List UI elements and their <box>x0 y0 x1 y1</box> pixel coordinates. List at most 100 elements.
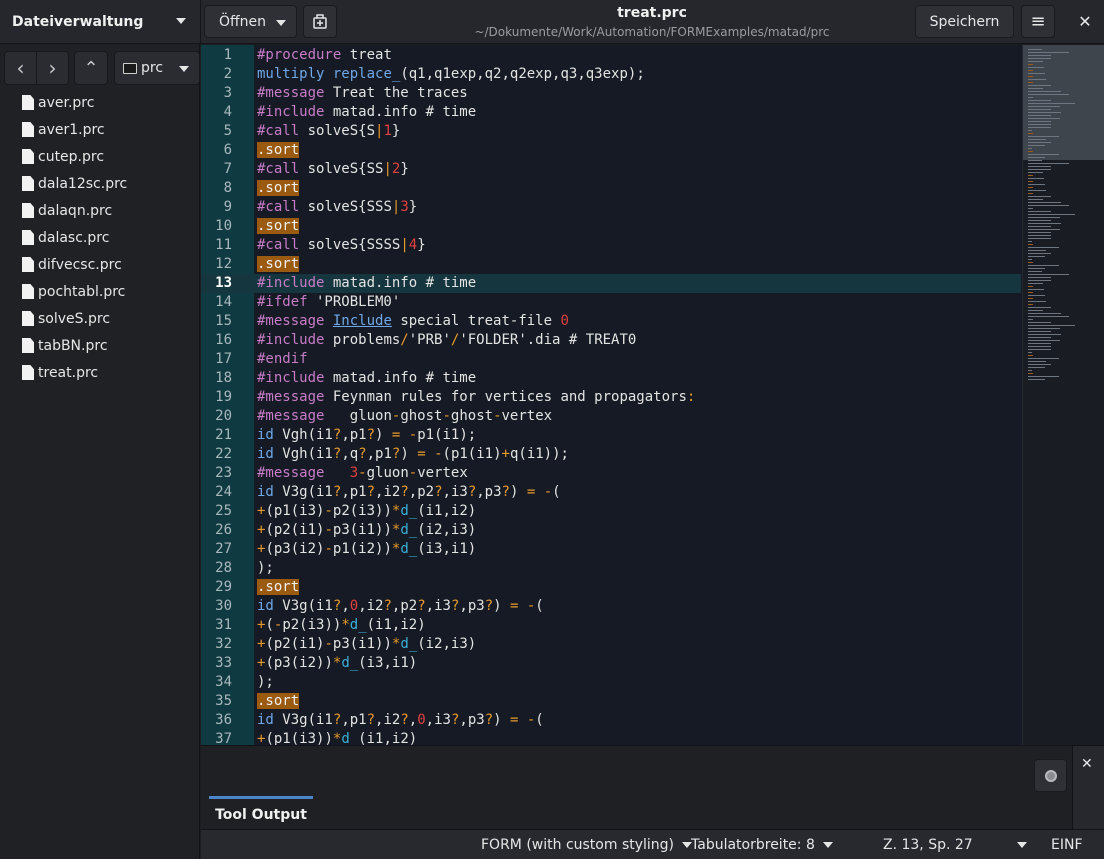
parent-folder-button[interactable]: ⌃ <box>74 51 108 85</box>
file-item[interactable]: pochtabl.prc <box>0 278 200 305</box>
code-text: #include problems/'PRB'/'FOLDER'.dia # T… <box>257 331 636 350</box>
code-line[interactable]: 37 +(p1(i3))*d_(i1,i2) <box>201 730 1021 745</box>
line-number: 8 <box>223 180 232 196</box>
save-button[interactable]: Speichern <box>915 5 1014 38</box>
file-item[interactable]: tabBN.prc <box>0 332 200 359</box>
new-tab-button[interactable] <box>303 5 337 38</box>
code-token: d_ <box>400 636 418 652</box>
code-token: d_ <box>400 522 418 538</box>
code-line[interactable]: 10 .sort <box>201 217 1021 236</box>
code-token: ? <box>484 598 494 614</box>
menu-button[interactable]: ≡ <box>1021 5 1055 38</box>
close-icon[interactable]: ✕ <box>1081 756 1093 772</box>
code-line[interactable]: 2 multiply replace_(q1,q1exp,q2,q2exp,q3,… <box>201 65 1021 84</box>
code-line[interactable]: 20 #message gluon-ghost-ghost-vertex <box>201 407 1021 426</box>
code-line[interactable]: 12 .sort <box>201 255 1021 274</box>
file-item[interactable]: aver.prc <box>0 89 200 116</box>
code-line[interactable]: 26 +(p2(i1)-p3(i1))*d_(i2,i3) <box>201 521 1021 540</box>
code-token: p1(i1); <box>417 427 477 443</box>
code-line[interactable]: 3 #message Treat the traces <box>201 84 1021 103</box>
file-item[interactable]: solveS.prc <box>0 305 200 332</box>
code-text: .sort <box>257 141 300 160</box>
minimap-line <box>1028 133 1033 134</box>
file-item[interactable]: difvecsc.prc <box>0 251 200 278</box>
open-button[interactable]: Öffnen <box>204 5 297 38</box>
code-line[interactable]: 25 +(p1(i3)-p2(i3))*d_(i1,i2) <box>201 502 1021 521</box>
forward-button[interactable]: › <box>36 51 69 85</box>
cursor-position-selector[interactable]: Z. 13, Sp. 27 <box>883 837 1027 853</box>
code-text: #call solveS{S|1} <box>257 122 400 141</box>
minimap-line <box>1028 163 1070 164</box>
code-line[interactable]: 22 id Vgh(i1?,q?,p1?) = -(p1(i1)+q(i1)); <box>201 445 1021 464</box>
minimap-line <box>1028 121 1052 122</box>
code-line[interactable]: 4 #include matad.info # time <box>201 103 1021 122</box>
minimap-line <box>1028 370 1032 371</box>
code-line[interactable]: 28); <box>201 559 1021 578</box>
code-token: } <box>417 237 426 253</box>
code-line[interactable]: 5 #call solveS{S|1} <box>201 122 1021 141</box>
record-button[interactable] <box>1034 759 1067 792</box>
insert-mode-indicator[interactable]: EINF <box>1051 837 1083 853</box>
code-line[interactable]: 9 #call solveS{SSS|3} <box>201 198 1021 217</box>
code-text: #endif <box>257 350 308 369</box>
code-line[interactable]: 17 #endif <box>201 350 1021 369</box>
code-line[interactable]: 33 +(p3(i2))*d_(i3,i1) <box>201 654 1021 673</box>
window-close-button[interactable]: ✕ <box>1068 5 1102 38</box>
file-item-label: treat.prc <box>38 364 99 381</box>
back-button[interactable]: ‹ <box>4 51 37 85</box>
code-line[interactable]: 6 .sort <box>201 141 1021 160</box>
minimap-line <box>1028 280 1052 281</box>
code-line[interactable]: 35 .sort <box>201 692 1021 711</box>
minimap[interactable] <box>1022 45 1104 745</box>
code-line[interactable]: 8 .sort <box>201 179 1021 198</box>
new-document-icon <box>313 13 327 29</box>
code-text: +(p1(i3))*d_(i1,i2) <box>257 730 417 745</box>
file-item[interactable]: dalasc.prc <box>0 224 200 251</box>
code-line[interactable]: 19 #message Feynman rules for vertices an… <box>201 388 1021 407</box>
code-line[interactable]: 34); <box>201 673 1021 692</box>
tab-width-selector[interactable]: Tabulatorbreite: 8 <box>691 837 833 853</box>
file-item[interactable]: dalaqn.prc <box>0 197 200 224</box>
code-line[interactable]: 13 #include matad.info # time <box>201 274 1021 293</box>
code-token: (i1,i2) <box>417 503 477 519</box>
code-line[interactable]: 16 #include problems/'PRB'/'FOLDER'.dia #… <box>201 331 1021 350</box>
code-token: .sort <box>257 579 300 595</box>
minimap-line <box>1028 85 1052 86</box>
code-editor[interactable]: 1 #procedure treat 2 multiply replace_(q1,q… <box>201 45 1104 745</box>
file-item-label: dalasc.prc <box>38 229 110 246</box>
code-line[interactable]: 27 +(p3(i2)-p1(i2))*d_(i3,i1) <box>201 540 1021 559</box>
code-token: ) <box>509 484 527 500</box>
code-token: ,i3 <box>425 598 451 614</box>
code-line[interactable]: 32 +(p2(i1)-p3(i1))*d_(i2,i3) <box>201 635 1021 654</box>
code-line[interactable]: 36 id V3g(i1?,p1?,i2?,0,i3?,p3?) = -( <box>201 711 1021 730</box>
code-token: ,p1 <box>366 446 392 462</box>
code-line[interactable]: 29 .sort <box>201 578 1021 597</box>
code-token: ? <box>484 712 494 728</box>
side-panel-selector[interactable]: Dateiverwaltung <box>0 0 200 44</box>
file-item[interactable]: treat.prc <box>0 359 200 386</box>
file-item[interactable]: dala12sc.prc <box>0 170 200 197</box>
code-line[interactable]: 18 #include matad.info # time <box>201 369 1021 388</box>
code-line[interactable]: 15 #message Include special treat-file 0 <box>201 312 1021 331</box>
code-token: (i2,i3) <box>417 636 477 652</box>
code-token: d_ <box>341 731 359 745</box>
file-item[interactable]: cutep.prc <box>0 143 200 170</box>
code-line[interactable]: 24 id V3g(i1?,p1?,i2?,p2?,i3?,p3?) = -( <box>201 483 1021 502</box>
folder-selector[interactable]: prc <box>114 51 200 85</box>
code-line[interactable]: 31 +(-p2(i3))*d_(i1,i2) <box>201 616 1021 635</box>
minimap-line <box>1028 145 1046 146</box>
file-item[interactable]: aver1.prc <box>0 116 200 143</box>
language-selector[interactable]: FORM (with custom styling) <box>481 837 693 853</box>
code-line[interactable]: 1 #procedure treat <box>201 46 1021 65</box>
code-line[interactable]: 23 #message 3-gluon-vertex <box>201 464 1021 483</box>
code-line[interactable]: 14 #ifdef 'PROBLEM0' <box>201 293 1021 312</box>
tab-tool-output[interactable]: Tool Output <box>209 796 313 830</box>
code-line[interactable]: 30 id V3g(i1?,0,i2?,p2?,i3?,p3?) = -( <box>201 597 1021 616</box>
file-icon <box>22 284 34 299</box>
file-item-label: dalaqn.prc <box>38 202 113 219</box>
code-line[interactable]: 7 #call solveS{SS|2} <box>201 160 1021 179</box>
minimap-line <box>1028 352 1032 353</box>
code-line[interactable]: 11 #call solveS{SSSS|4} <box>201 236 1021 255</box>
code-line[interactable]: 21 id Vgh(i1?,p1?) = -p1(i1); <box>201 426 1021 445</box>
